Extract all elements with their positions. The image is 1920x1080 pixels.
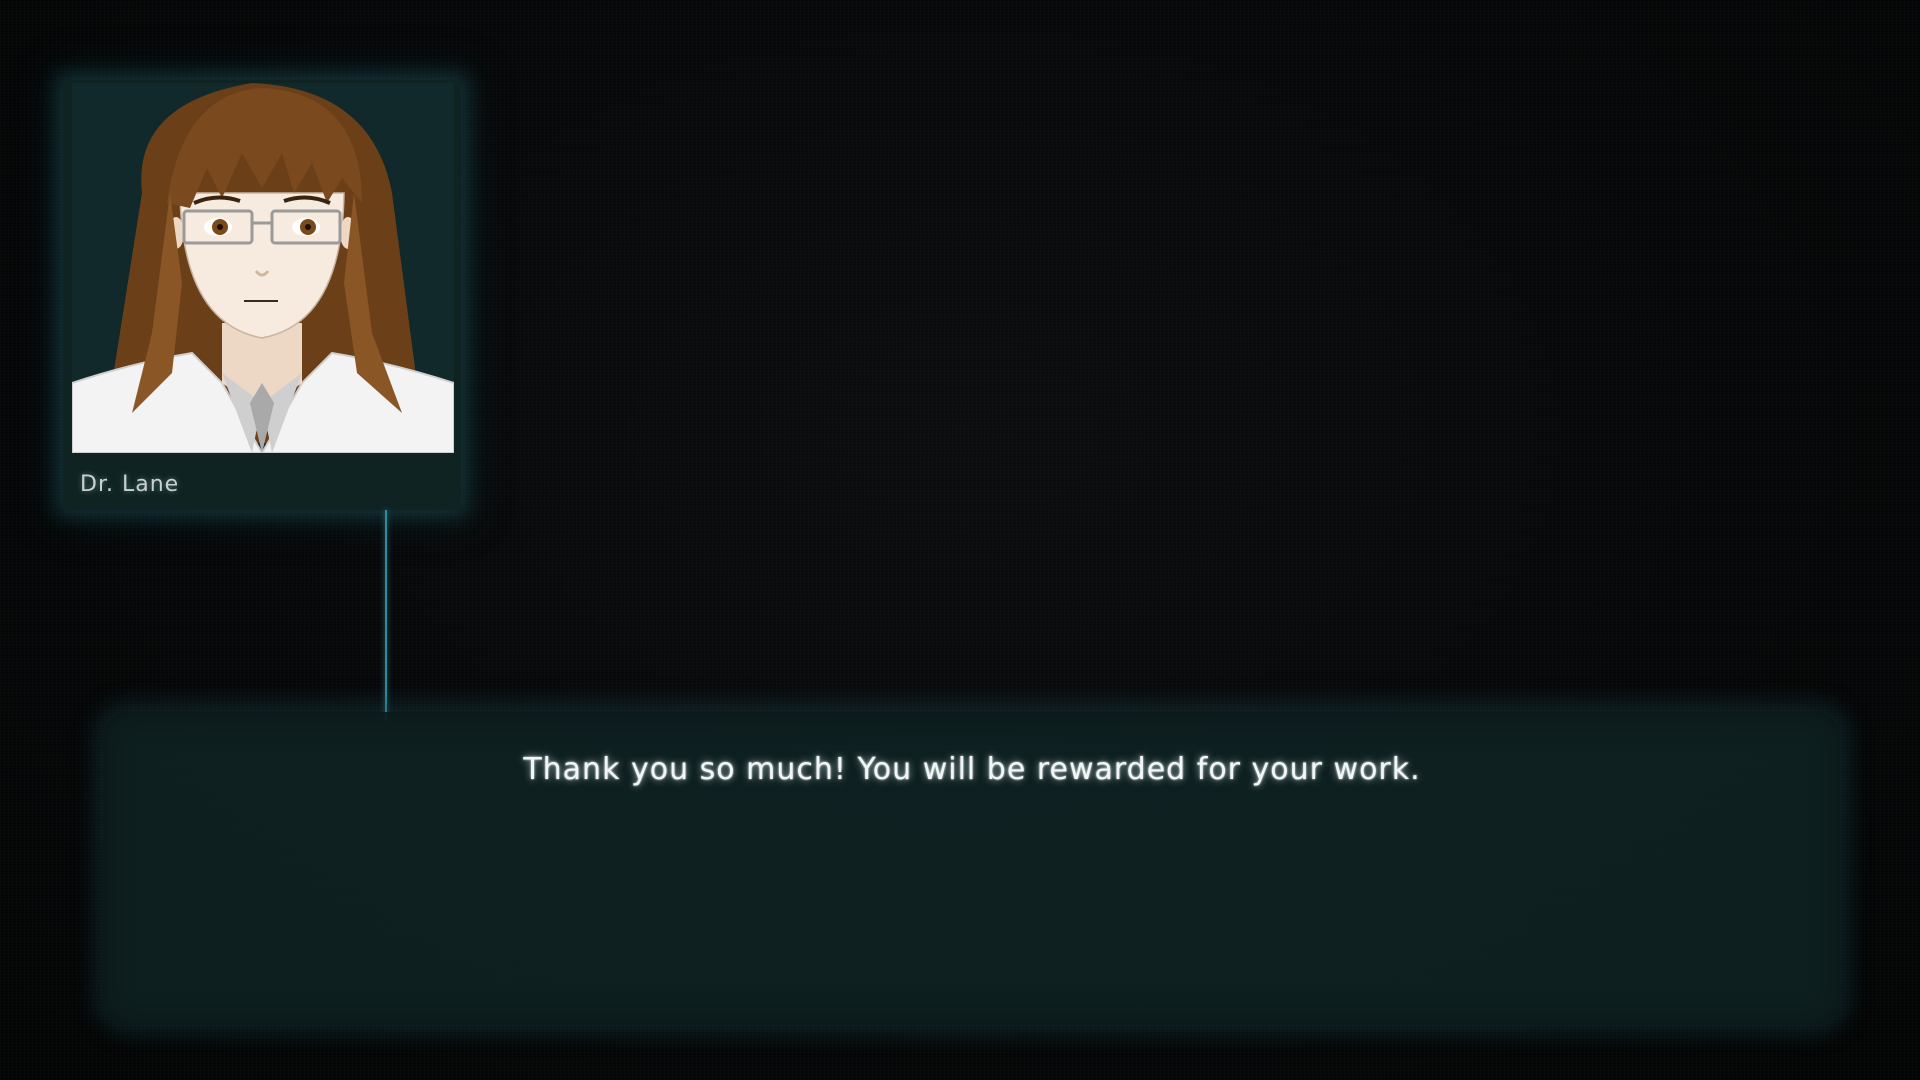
speaker-portrait-panel: Dr. Lane [63,80,461,510]
dialogue-text: Thank you so much! You will be rewarded … [523,752,1421,787]
connector-line [385,510,387,720]
scientist-portrait-icon [72,83,454,453]
dialogue-box[interactable]: Thank you so much! You will be rewarded … [104,712,1840,1024]
speaker-name: Dr. Lane [80,472,180,497]
